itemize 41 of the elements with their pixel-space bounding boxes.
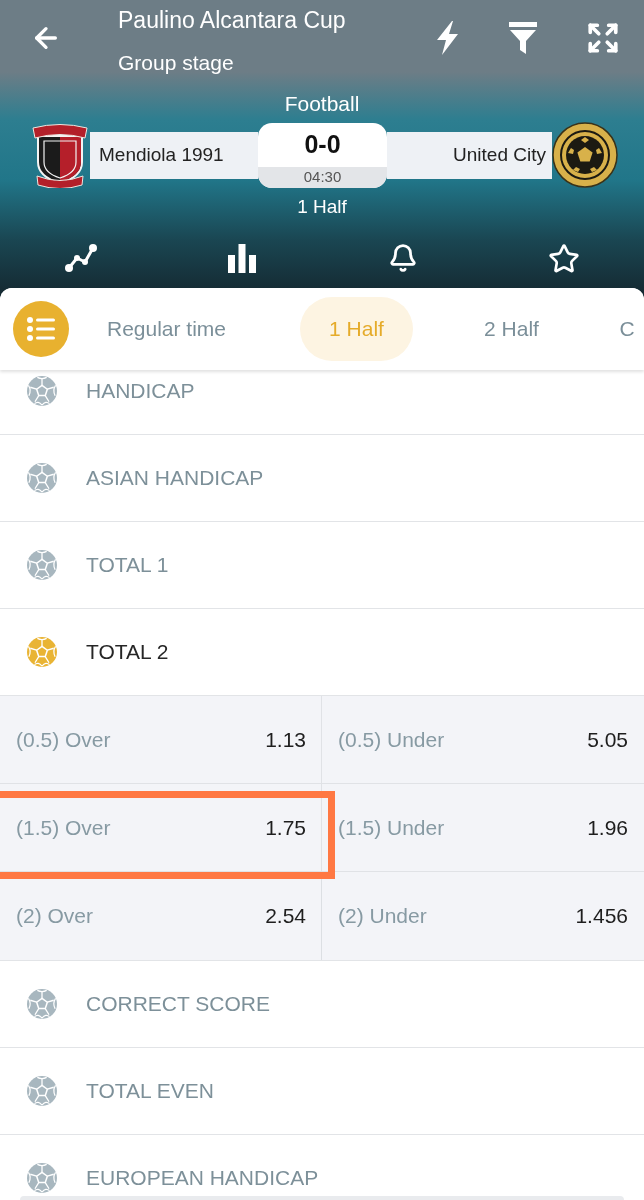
period-tab[interactable]: 1 Half xyxy=(300,297,413,361)
team-name: United City xyxy=(387,131,552,179)
line-chart-icon[interactable] xyxy=(63,243,98,273)
match-clock: 04:30 xyxy=(258,166,387,188)
period-tab[interactable]: C xyxy=(610,297,644,361)
list-icon xyxy=(27,317,55,341)
odds-value[interactable]: 1.13 xyxy=(265,723,306,756)
outcome-label: (0.5) Over xyxy=(16,726,111,753)
odds-value[interactable]: 1.96 xyxy=(587,811,628,844)
tournament-title: Paulino Alcantara Cup xyxy=(118,6,347,34)
odds-value[interactable]: 2.54 xyxy=(265,900,306,932)
bell-icon[interactable] xyxy=(387,243,418,273)
soccer-ball-icon xyxy=(27,550,57,580)
odds-value[interactable]: 1.456 xyxy=(575,900,628,932)
team-name: Mendiola 1991 xyxy=(90,131,258,179)
soccer-ball-icon xyxy=(27,989,57,1019)
soccer-ball-icon xyxy=(27,1163,57,1193)
stage-subtitle: Group stage xyxy=(118,50,235,76)
outcome-label: (1.5) Under xyxy=(338,814,445,841)
period-tab[interactable]: 2 Half xyxy=(453,297,570,361)
score-text: 0-0 xyxy=(303,128,342,160)
sport-label: Football xyxy=(284,91,360,117)
odds-value[interactable]: 5.05 xyxy=(587,723,628,756)
soccer-ball-icon xyxy=(27,463,57,493)
period-tab[interactable]: Regular time xyxy=(73,297,260,361)
expand-icon[interactable] xyxy=(586,21,620,55)
soccer-ball-icon xyxy=(27,376,57,406)
filter-icon[interactable] xyxy=(508,22,538,54)
soccer-ball-icon xyxy=(27,637,57,667)
period-label: 1 Half xyxy=(297,195,347,219)
shield-crest-icon xyxy=(30,122,90,188)
soccer-ball-icon xyxy=(27,1076,57,1106)
outcome-label: (0.5) Under xyxy=(338,726,445,753)
outcome-label: (2) Over xyxy=(16,903,93,930)
outcome-label: (1.5) Over xyxy=(16,814,111,841)
football-crest-icon xyxy=(552,122,618,188)
star-icon[interactable] xyxy=(547,243,580,275)
odds-value[interactable]: 1.75 xyxy=(265,811,306,844)
bar-chart-icon[interactable] xyxy=(227,243,256,273)
lightning-bolt-icon[interactable] xyxy=(434,21,460,55)
outcome-label: (2) Under xyxy=(338,903,427,930)
